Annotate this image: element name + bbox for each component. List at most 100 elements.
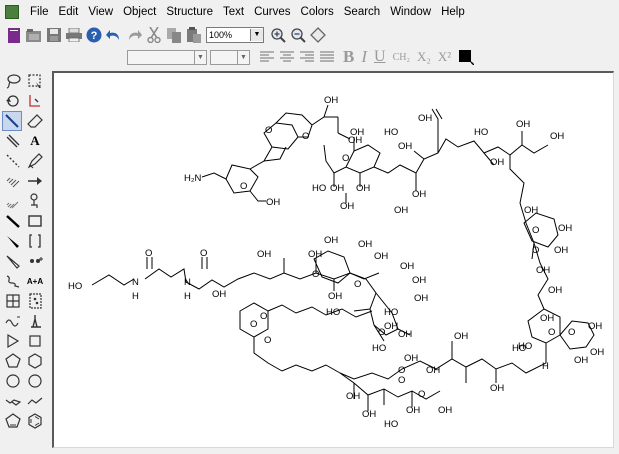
zoom-select[interactable]: 100% ▼ bbox=[206, 27, 264, 43]
bold-button[interactable]: B bbox=[343, 47, 354, 67]
atom-label: OH bbox=[412, 275, 426, 286]
menu-object[interactable]: Object bbox=[118, 6, 161, 18]
italic-button[interactable]: I bbox=[361, 47, 367, 67]
atom-label: N bbox=[184, 277, 191, 288]
underline-button[interactable]: U bbox=[374, 48, 386, 66]
hashed-bond-tool-icon[interactable] bbox=[4, 172, 22, 190]
circle-ring-icon[interactable] bbox=[4, 372, 22, 390]
ring-oxygen-label: O bbox=[532, 225, 539, 236]
atom-label: OH bbox=[400, 261, 414, 272]
print-icon[interactable] bbox=[65, 26, 83, 44]
atom-label: HO bbox=[326, 307, 340, 318]
arrow-tool-icon[interactable] bbox=[26, 172, 44, 190]
bracket-tool-icon[interactable] bbox=[26, 232, 44, 250]
square-shape-icon[interactable] bbox=[26, 332, 44, 350]
menu-colors[interactable]: Colors bbox=[296, 6, 339, 18]
diamond-shape-icon[interactable] bbox=[309, 26, 327, 44]
rotate-icon[interactable] bbox=[4, 92, 22, 110]
redo-icon[interactable] bbox=[125, 26, 143, 44]
tool-palette: A A+A bbox=[0, 68, 50, 454]
bond-chain-tool-icon[interactable] bbox=[26, 92, 44, 110]
atom-label: OH bbox=[374, 251, 388, 262]
font-size-dropdown-icon[interactable]: ▼ bbox=[237, 50, 249, 64]
new-document-icon[interactable] bbox=[5, 26, 23, 44]
open-folder-icon[interactable] bbox=[25, 26, 43, 44]
pen-tool-icon[interactable] bbox=[26, 152, 44, 170]
app-icon bbox=[5, 5, 19, 19]
ring-oxygen-label: O bbox=[264, 335, 271, 346]
bold-bond-tool-icon[interactable] bbox=[4, 212, 22, 230]
atom-label: OH bbox=[412, 189, 426, 200]
zoom-in-icon[interactable] bbox=[269, 26, 287, 44]
atom-label: OH bbox=[454, 331, 468, 342]
undo-icon[interactable] bbox=[105, 26, 123, 44]
font-size-select[interactable]: ▼ bbox=[210, 49, 250, 65]
menu-search[interactable]: Search bbox=[339, 6, 385, 18]
atom-label: OH bbox=[350, 127, 364, 138]
atom-label: OH bbox=[490, 383, 504, 394]
align-right-icon[interactable] bbox=[298, 48, 316, 66]
heptagon-ring-icon[interactable] bbox=[26, 372, 44, 390]
align-center-icon[interactable] bbox=[278, 48, 296, 66]
atom-label: OH bbox=[404, 353, 418, 364]
text-tool-icon[interactable]: A bbox=[26, 132, 44, 150]
eraser-icon[interactable] bbox=[26, 112, 44, 130]
menu-help[interactable]: Help bbox=[436, 6, 470, 18]
marquee-select-icon[interactable] bbox=[26, 72, 44, 90]
hollow-wedge-tool-icon[interactable] bbox=[4, 252, 22, 270]
template-tool-icon[interactable] bbox=[26, 192, 44, 210]
pentagon-ring-icon[interactable] bbox=[4, 352, 22, 370]
help-icon[interactable]: ? bbox=[85, 26, 103, 44]
menu-view[interactable]: View bbox=[83, 6, 118, 18]
zoom-out-icon[interactable] bbox=[289, 26, 307, 44]
chair-cyclohexane-icon[interactable] bbox=[4, 392, 22, 410]
color-swatch-icon[interactable] bbox=[457, 48, 475, 66]
zoom-dropdown-arrow-icon[interactable]: ▼ bbox=[250, 29, 263, 41]
double-bond-tool-icon[interactable] bbox=[4, 132, 22, 150]
superscript-button[interactable]: X² bbox=[438, 49, 451, 65]
font-name-select[interactable]: ▼ bbox=[127, 49, 207, 65]
atom-label: OH bbox=[536, 265, 550, 276]
atom-label: OH bbox=[384, 321, 398, 332]
font-name-dropdown-icon[interactable]: ▼ bbox=[194, 50, 206, 64]
lone-pair-tool-icon[interactable] bbox=[26, 252, 44, 270]
atom-label: OH bbox=[490, 157, 504, 168]
atom-label: HO bbox=[384, 419, 398, 430]
save-icon[interactable] bbox=[45, 26, 63, 44]
lasso-icon[interactable] bbox=[4, 72, 22, 90]
subscript-button[interactable]: X₂ bbox=[417, 49, 431, 65]
single-bond-tool-icon[interactable] bbox=[2, 111, 22, 131]
copy-icon[interactable] bbox=[165, 26, 183, 44]
table-tool-icon[interactable] bbox=[4, 292, 22, 310]
menu-edit[interactable]: Edit bbox=[54, 6, 84, 18]
atom-label: HO bbox=[384, 127, 398, 138]
wavy-bond-tool-icon[interactable] bbox=[4, 272, 22, 290]
cyclopentadiene-icon[interactable] bbox=[4, 412, 22, 430]
menu-file[interactable]: File bbox=[25, 6, 54, 18]
hashed-wedge-tool-icon[interactable] bbox=[4, 192, 22, 210]
wedge-bond-tool-icon[interactable] bbox=[4, 232, 22, 250]
dashed-bond-tool-icon[interactable] bbox=[4, 152, 22, 170]
align-left-icon[interactable] bbox=[258, 48, 276, 66]
atom-label: OH bbox=[346, 391, 360, 402]
stereo-h-label: H bbox=[542, 361, 549, 372]
charge-tool-icon[interactable]: A+A bbox=[26, 272, 44, 290]
cut-icon[interactable] bbox=[145, 26, 163, 44]
orbital-tool-icon[interactable] bbox=[4, 312, 22, 330]
ring-oxygen-label: O bbox=[342, 153, 349, 164]
boat-cyclohexane-icon[interactable] bbox=[26, 392, 44, 410]
formula-style-button[interactable]: CH₂ bbox=[393, 52, 410, 63]
play-shape-icon[interactable] bbox=[4, 332, 22, 350]
justify-icon[interactable] bbox=[318, 48, 336, 66]
chemistry-apparatus-icon[interactable] bbox=[26, 312, 44, 330]
hexagon-ring-icon[interactable] bbox=[26, 352, 44, 370]
menu-curves[interactable]: Curves bbox=[249, 6, 295, 18]
menu-structure[interactable]: Structure bbox=[161, 6, 218, 18]
tlc-plate-icon[interactable] bbox=[26, 292, 44, 310]
drawing-canvas[interactable]: HO N H O N H O OH OH OH OH OH OH OH OH O… bbox=[52, 71, 614, 448]
menu-text[interactable]: Text bbox=[218, 6, 249, 18]
menu-window[interactable]: Window bbox=[385, 6, 436, 18]
paste-icon[interactable] bbox=[185, 26, 203, 44]
benzene-ring-icon[interactable] bbox=[26, 412, 44, 430]
rectangle-tool-icon[interactable] bbox=[26, 212, 44, 230]
